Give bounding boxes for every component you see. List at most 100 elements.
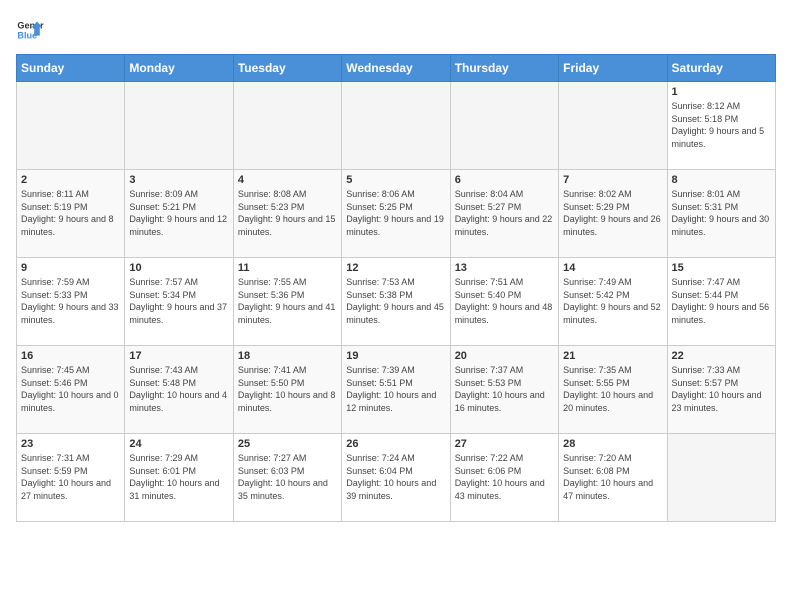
calendar-cell: 1 Sunrise: 8:12 AM Sunset: 5:18 PM Daylig… [667,82,775,170]
weekday-header-saturday: Saturday [667,55,775,82]
calendar-cell: 11 Sunrise: 7:55 AM Sunset: 5:36 PM Dayli… [233,258,341,346]
day-info: Sunrise: 7:45 AM Sunset: 5:46 PM Dayligh… [21,364,120,414]
day-number: 27 [455,438,554,450]
day-number: 14 [563,262,662,274]
week-row-2: 2 Sunrise: 8:11 AM Sunset: 5:19 PM Daylig… [17,170,776,258]
day-info: Sunrise: 8:06 AM Sunset: 5:25 PM Dayligh… [346,188,445,238]
weekday-header-monday: Monday [125,55,233,82]
day-number: 26 [346,438,445,450]
day-info: Sunrise: 8:02 AM Sunset: 5:29 PM Dayligh… [563,188,662,238]
calendar-cell: 26 Sunrise: 7:24 AM Sunset: 6:04 PM Dayli… [342,434,450,522]
day-number: 18 [238,350,337,362]
day-number: 6 [455,174,554,186]
day-number: 7 [563,174,662,186]
calendar-cell: 7 Sunrise: 8:02 AM Sunset: 5:29 PM Daylig… [559,170,667,258]
week-row-1: 1 Sunrise: 8:12 AM Sunset: 5:18 PM Daylig… [17,82,776,170]
day-info: Sunrise: 7:27 AM Sunset: 6:03 PM Dayligh… [238,452,337,502]
day-number: 28 [563,438,662,450]
day-info: Sunrise: 7:59 AM Sunset: 5:33 PM Dayligh… [21,276,120,326]
calendar-cell: 18 Sunrise: 7:41 AM Sunset: 5:50 PM Dayli… [233,346,341,434]
weekday-header-thursday: Thursday [450,55,558,82]
calendar-cell: 13 Sunrise: 7:51 AM Sunset: 5:40 PM Dayli… [450,258,558,346]
calendar-cell: 21 Sunrise: 7:35 AM Sunset: 5:55 PM Dayli… [559,346,667,434]
calendar-cell: 22Sunrise: 7:33 AM Sunset: 5:57 PM Dayli… [667,346,775,434]
day-info: Sunrise: 7:37 AM Sunset: 5:53 PM Dayligh… [455,364,554,414]
day-number: 4 [238,174,337,186]
day-number: 19 [346,350,445,362]
day-number: 1 [672,86,771,98]
calendar-table: SundayMondayTuesdayWednesdayThursdayFrid… [16,54,776,522]
day-info: Sunrise: 8:08 AM Sunset: 5:23 PM Dayligh… [238,188,337,238]
calendar-cell [233,82,341,170]
svg-text:Blue: Blue [17,30,37,40]
weekday-header-sunday: Sunday [17,55,125,82]
day-info: Sunrise: 7:57 AM Sunset: 5:34 PM Dayligh… [129,276,228,326]
calendar-cell: 19 Sunrise: 7:39 AM Sunset: 5:51 PM Dayli… [342,346,450,434]
header: General Blue [16,16,776,44]
day-number: 23 [21,438,120,450]
week-row-3: 9 Sunrise: 7:59 AM Sunset: 5:33 PM Daylig… [17,258,776,346]
day-number: 20 [455,350,554,362]
day-number: 16 [21,350,120,362]
day-number: 11 [238,262,337,274]
day-info: Sunrise: 7:20 AM Sunset: 6:08 PM Dayligh… [563,452,662,502]
calendar-cell [667,434,775,522]
day-number: 2 [21,174,120,186]
week-row-4: 16 Sunrise: 7:45 AM Sunset: 5:46 PM Dayli… [17,346,776,434]
day-number: 12 [346,262,445,274]
calendar-cell: 23 Sunrise: 7:31 AM Sunset: 5:59 PM Dayli… [17,434,125,522]
day-info: Sunrise: 7:24 AM Sunset: 6:04 PM Dayligh… [346,452,445,502]
day-number: 17 [129,350,228,362]
day-info: Sunrise: 7:41 AM Sunset: 5:50 PM Dayligh… [238,364,337,414]
weekday-header-wednesday: Wednesday [342,55,450,82]
day-number: 8 [672,174,771,186]
calendar-cell: 17 Sunrise: 7:43 AM Sunset: 5:48 PM Dayli… [125,346,233,434]
day-info: Sunrise: 7:29 AM Sunset: 6:01 PM Dayligh… [129,452,228,502]
calendar-cell: 12 Sunrise: 7:53 AM Sunset: 5:38 PM Dayli… [342,258,450,346]
day-info: Sunrise: 7:22 AM Sunset: 6:06 PM Dayligh… [455,452,554,502]
day-number: 25 [238,438,337,450]
weekday-header-friday: Friday [559,55,667,82]
day-info: Sunrise: 7:31 AM Sunset: 5:59 PM Dayligh… [21,452,120,502]
calendar-cell: 20 Sunrise: 7:37 AM Sunset: 5:53 PM Dayli… [450,346,558,434]
day-number: 24 [129,438,228,450]
day-info: Sunrise: 7:51 AM Sunset: 5:40 PM Dayligh… [455,276,554,326]
day-info: Sunrise: 8:12 AM Sunset: 5:18 PM Dayligh… [672,100,771,150]
day-info: Sunrise: 7:49 AM Sunset: 5:42 PM Dayligh… [563,276,662,326]
calendar-cell: 6Sunrise: 8:04 AM Sunset: 5:27 PM Daylig… [450,170,558,258]
calendar-cell [559,82,667,170]
day-number: 5 [346,174,445,186]
day-number: 13 [455,262,554,274]
day-info: Sunrise: 7:35 AM Sunset: 5:55 PM Dayligh… [563,364,662,414]
day-info: Sunrise: 7:43 AM Sunset: 5:48 PM Dayligh… [129,364,228,414]
day-info: Sunrise: 8:09 AM Sunset: 5:21 PM Dayligh… [129,188,228,238]
logo: General Blue [16,16,52,44]
day-info: Sunrise: 7:55 AM Sunset: 5:36 PM Dayligh… [238,276,337,326]
calendar-cell [342,82,450,170]
day-info: Sunrise: 8:11 AM Sunset: 5:19 PM Dayligh… [21,188,120,238]
calendar-cell: 9 Sunrise: 7:59 AM Sunset: 5:33 PM Daylig… [17,258,125,346]
calendar-cell: 5 Sunrise: 8:06 AM Sunset: 5:25 PM Daylig… [342,170,450,258]
weekday-header-row: SundayMondayTuesdayWednesdayThursdayFrid… [17,55,776,82]
calendar-cell: 16 Sunrise: 7:45 AM Sunset: 5:46 PM Dayli… [17,346,125,434]
day-number: 15 [672,262,771,274]
day-number: 9 [21,262,120,274]
day-number: 10 [129,262,228,274]
calendar-cell: 4 Sunrise: 8:08 AM Sunset: 5:23 PM Daylig… [233,170,341,258]
day-info: Sunrise: 7:53 AM Sunset: 5:38 PM Dayligh… [346,276,445,326]
calendar-cell: 10 Sunrise: 7:57 AM Sunset: 5:34 PM Dayli… [125,258,233,346]
calendar-cell: 3 Sunrise: 8:09 AM Sunset: 5:21 PM Daylig… [125,170,233,258]
calendar-cell: 2 Sunrise: 8:11 AM Sunset: 5:19 PM Daylig… [17,170,125,258]
day-number: 3 [129,174,228,186]
day-info: Sunrise: 7:33 AM Sunset: 5:57 PM Dayligh… [672,364,771,414]
day-number: 21 [563,350,662,362]
day-info: Sunrise: 7:39 AM Sunset: 5:51 PM Dayligh… [346,364,445,414]
calendar-cell: 25 Sunrise: 7:27 AM Sunset: 6:03 PM Dayli… [233,434,341,522]
calendar-cell [450,82,558,170]
day-info: Sunrise: 7:47 AM Sunset: 5:44 PM Dayligh… [672,276,771,326]
week-row-5: 23 Sunrise: 7:31 AM Sunset: 5:59 PM Dayli… [17,434,776,522]
calendar-cell: 15 Sunrise: 7:47 AM Sunset: 5:44 PM Dayli… [667,258,775,346]
calendar-cell [17,82,125,170]
calendar-cell: 27 Sunrise: 7:22 AM Sunset: 6:06 PM Dayli… [450,434,558,522]
weekday-header-tuesday: Tuesday [233,55,341,82]
